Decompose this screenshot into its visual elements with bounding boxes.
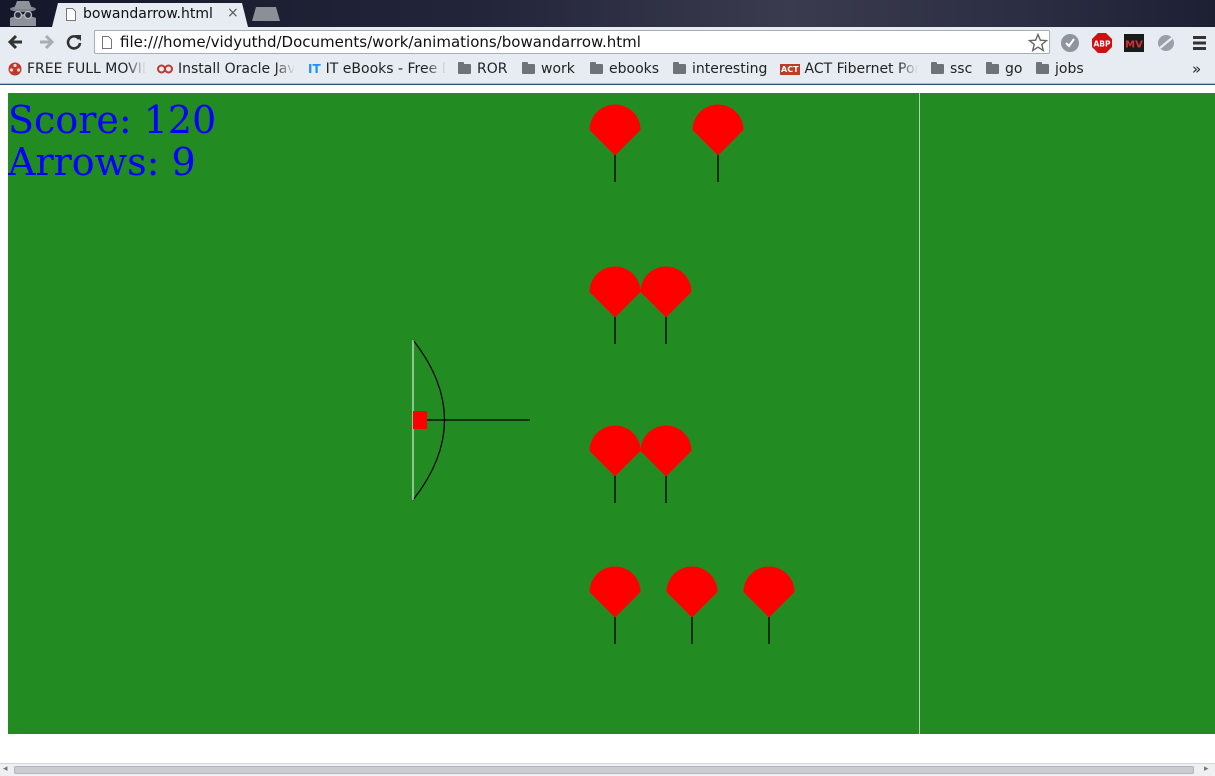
reload-icon[interactable] — [64, 32, 84, 52]
no-tracking-icon[interactable] — [1156, 33, 1176, 53]
address-bar[interactable]: file:///home/vidyuthd/Documents/work/ani… — [94, 30, 1050, 54]
folder-icon — [458, 62, 471, 74]
balloon-body — [692, 104, 744, 156]
bookmark-folder-go[interactable]: go — [986, 61, 1022, 77]
folder-icon — [986, 62, 999, 74]
oracle-icon — [157, 64, 173, 74]
game-canvas[interactable]: Score: 120 Arrows: 9 — [8, 93, 1215, 734]
bookmark-star-icon[interactable] — [1028, 33, 1048, 53]
incognito-icon — [10, 1, 36, 26]
bookmark-label: ssc — [950, 61, 973, 77]
back-icon[interactable] — [6, 32, 26, 52]
balloon-body — [743, 566, 795, 618]
reel-icon — [8, 62, 22, 76]
page-icon — [102, 36, 112, 49]
balloon-body — [589, 425, 641, 477]
balloon-body — [589, 266, 641, 318]
bookmark-install-oracle[interactable]: Install Oracle Jav — [157, 61, 295, 77]
bookmarks-overflow-button[interactable]: » — [1192, 60, 1201, 78]
bookmark-label: work — [541, 61, 575, 77]
horizontal-scrollbar[interactable]: ◂ ▸ — [0, 763, 1215, 776]
act-icon: ACT — [780, 63, 800, 75]
bookmarks-bar: FREE FULL MOVIE Install Oracle Jav IT IT … — [0, 58, 1215, 84]
new-tab-button[interactable] — [252, 7, 280, 21]
balloon-body — [640, 266, 692, 318]
bookmark-folder-work[interactable]: work — [522, 61, 575, 77]
mv-icon[interactable]: MV — [1124, 33, 1144, 53]
balloon-group — [589, 104, 795, 644]
menu-icon[interactable] — [1190, 33, 1210, 53]
bookmark-act-fibernet[interactable]: ACT ACT Fibernet Port — [780, 61, 918, 77]
bookmark-label: go — [1005, 61, 1023, 77]
arrow-nock — [413, 411, 427, 429]
folder-icon — [931, 62, 944, 74]
url-text: file:///home/vidyuthd/Documents/work/ani… — [120, 33, 641, 51]
balloon — [589, 425, 641, 503]
bookmark-label: ebooks — [609, 61, 660, 77]
bookmark-label: interesting — [692, 61, 768, 77]
bookmark-folder-ebooks[interactable]: ebooks — [590, 61, 659, 77]
page-icon — [66, 8, 76, 21]
toolbar: file:///home/vidyuthd/Documents/work/ani… — [0, 27, 1215, 58]
scroll-right-arrow-icon[interactable]: ▸ — [1204, 764, 1209, 774]
bookmark-folder-ssc[interactable]: ssc — [931, 61, 972, 77]
bookmark-label: ROR — [477, 61, 508, 77]
arrows-remaining-text: Arrows: 9 — [8, 140, 196, 184]
tab-title: bowandarrow.html — [83, 6, 213, 22]
bookmark-free-full-movie[interactable]: FREE FULL MOVIE — [8, 61, 146, 77]
browser-ext-icon[interactable] — [1060, 33, 1080, 53]
balloon — [692, 104, 744, 182]
close-tab-icon[interactable]: × — [227, 5, 239, 21]
forward-icon[interactable] — [36, 32, 56, 52]
bookmark-folder-jobs[interactable]: jobs — [1036, 61, 1084, 77]
scroll-left-arrow-icon[interactable]: ◂ — [3, 764, 8, 774]
balloon-body — [589, 566, 641, 618]
folder-icon — [673, 62, 686, 74]
balloon-body — [666, 566, 718, 618]
balloon — [640, 425, 692, 503]
it-icon: IT — [308, 62, 321, 76]
score-text: Score: 120 — [8, 98, 217, 142]
bookmark-folder-ror[interactable]: ROR — [458, 61, 507, 77]
folder-icon — [522, 62, 535, 74]
folder-icon — [1036, 62, 1049, 74]
active-tab[interactable]: bowandarrow.html × — [52, 3, 248, 27]
folder-icon — [590, 62, 603, 74]
scrollbar-thumb[interactable] — [14, 766, 1194, 774]
game-scene — [412, 93, 920, 734]
page-viewport: Score: 120 Arrows: 9 — [0, 85, 1215, 763]
balloon — [589, 566, 641, 644]
balloon — [743, 566, 795, 644]
balloon-body — [640, 425, 692, 477]
abp-icon[interactable]: ABP — [1092, 33, 1112, 53]
balloon — [666, 566, 718, 644]
bookmark-label: jobs — [1055, 61, 1084, 77]
mv-label: MV — [1125, 40, 1143, 51]
balloon — [589, 104, 641, 182]
abp-label: ABP — [1093, 40, 1111, 49]
bookmark-it-ebooks[interactable]: IT IT eBooks - Free D — [308, 61, 446, 77]
bookmark-folder-interesting[interactable]: interesting — [673, 61, 767, 77]
balloon — [589, 266, 641, 344]
balloon-body — [589, 104, 641, 156]
balloon — [640, 266, 692, 344]
tab-strip: bowandarrow.html × — [0, 0, 1215, 27]
